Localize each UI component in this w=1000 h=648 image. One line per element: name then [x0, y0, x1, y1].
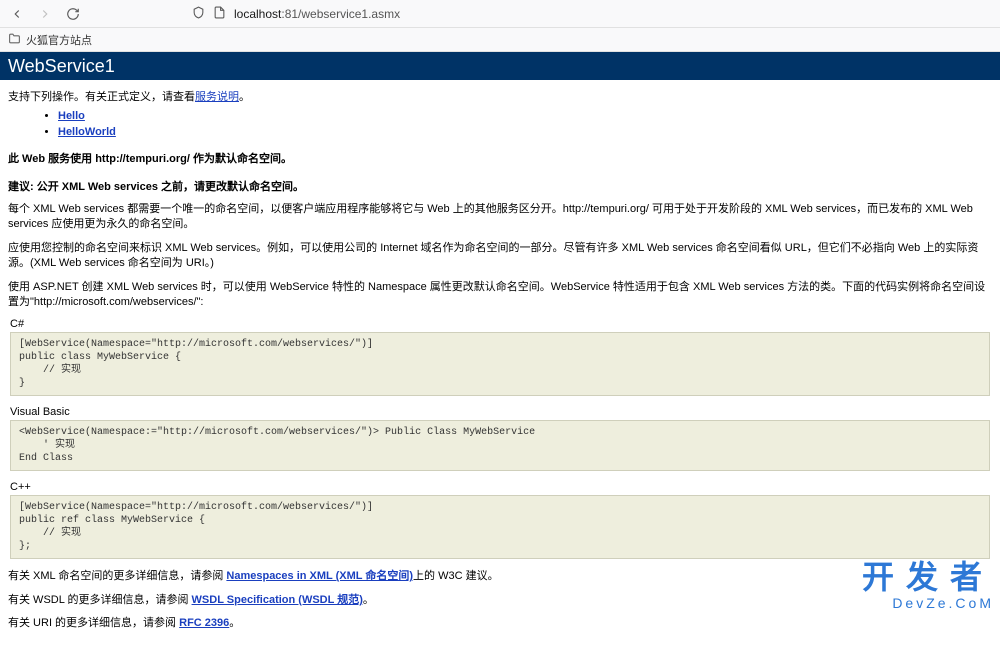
uri-more: 有关 URI 的更多详细信息，请参阅 RFC 2396。 — [8, 616, 992, 631]
xmlns-more: 有关 XML 命名空间的更多详细信息，请参阅 Namespaces in XML… — [8, 569, 992, 584]
page-title: WebService1 — [8, 56, 115, 77]
service-description-link[interactable]: 服务说明 — [195, 91, 239, 103]
browser-toolbar: localhost:81/webservice1.asmx — [0, 0, 1000, 28]
xmlns-link[interactable]: Namespaces in XML (XML 命名空间) — [226, 570, 413, 582]
operation-link-hello[interactable]: Hello — [58, 110, 85, 122]
url-text: localhost:81/webservice1.asmx — [234, 7, 400, 21]
list-item: HelloWorld — [58, 126, 992, 138]
page-header: WebService1 — [0, 52, 1000, 80]
shield-icon — [192, 6, 205, 22]
list-item: Hello — [58, 110, 992, 122]
vb-code: <WebService(Namespace:="http://microsoft… — [10, 420, 990, 471]
cpp-label: C++ — [10, 481, 992, 493]
namespace-para1: 每个 XML Web services 都需要一个唯一的命名空间，以便客户端应用… — [8, 202, 992, 233]
cpp-code: [WebService(Namespace="http://microsoft.… — [10, 495, 990, 559]
intro-text: 支持下列操作。有关正式定义，请查看服务说明。 — [8, 88, 992, 104]
csharp-code: [WebService(Namespace="http://microsoft.… — [10, 332, 990, 396]
operation-link-helloworld[interactable]: HelloWorld — [58, 126, 116, 138]
reload-button[interactable] — [64, 5, 82, 23]
page-icon — [213, 6, 226, 22]
rfc-link[interactable]: RFC 2396 — [179, 617, 229, 629]
content-area: 支持下列操作。有关正式定义，请查看服务说明。 Hello HelloWorld … — [0, 80, 1000, 648]
namespace-recommend: 建议: 公开 XML Web services 之前，请更改默认命名空间。 — [8, 178, 992, 194]
vb-label: Visual Basic — [10, 406, 992, 418]
folder-icon — [8, 32, 21, 48]
address-bar[interactable]: localhost:81/webservice1.asmx — [192, 6, 400, 22]
forward-button[interactable] — [36, 5, 54, 23]
csharp-label: C# — [10, 318, 992, 330]
bookmark-item[interactable]: 火狐官方站点 — [26, 32, 92, 48]
bookmark-bar: 火狐官方站点 — [0, 28, 1000, 52]
wsdl-link[interactable]: WSDL Specification (WSDL 规范) — [192, 594, 363, 606]
back-button[interactable] — [8, 5, 26, 23]
namespace-para3: 使用 ASP.NET 创建 XML Web services 时，可以使用 We… — [8, 280, 992, 311]
operation-list: Hello HelloWorld — [8, 110, 992, 138]
namespace-para2: 应使用您控制的命名空间来标识 XML Web services。例如，可以使用公… — [8, 241, 992, 272]
watermark-en: DevZe.CoM — [862, 595, 994, 611]
namespace-current: 此 Web 服务使用 http://tempuri.org/ 作为默认命名空间。 — [8, 150, 992, 166]
watermark: 开发者 DevZe.CoM — [862, 561, 994, 611]
watermark-cn: 开发者 — [862, 561, 994, 593]
wsdl-more: 有关 WSDL 的更多详细信息，请参阅 WSDL Specification (… — [8, 593, 992, 608]
